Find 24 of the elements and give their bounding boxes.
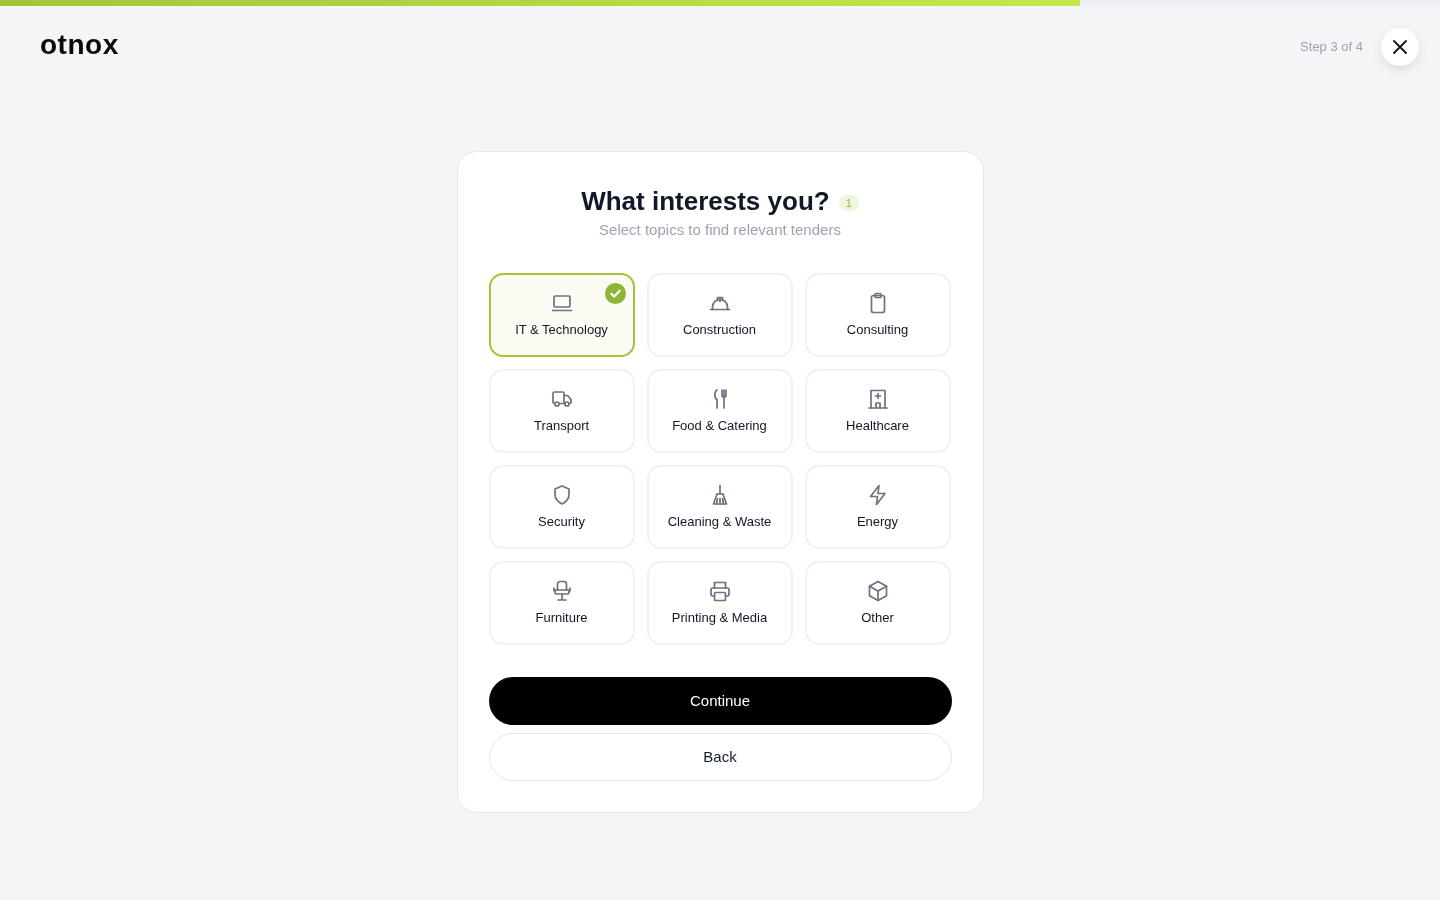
continue-button[interactable]: Continue [488,677,952,725]
topic-tile[interactable]: Printing & Media [646,561,793,645]
close-icon [1392,39,1408,55]
step-indicator: Step 3 of 4 [1300,38,1363,57]
topic-tile[interactable]: Cleaning & Waste [646,465,793,549]
card-subtitle: Select topics to find relevant tenders [598,220,842,240]
logo: otnox [40,31,119,59]
topic-tile[interactable]: IT & Technology [488,273,635,357]
check-icon [604,283,626,304]
topic-tile[interactable]: Transport [488,369,635,453]
hospital-icon [865,387,890,411]
printer-icon [707,579,732,603]
topic-tile[interactable]: Consulting [804,273,951,357]
topic-tile[interactable]: Construction [646,273,793,357]
topic-tile[interactable]: Furniture [488,561,635,645]
topic-tile[interactable]: Healthcare [804,369,951,453]
topic-tile[interactable]: Other [804,561,951,645]
close-button[interactable] [1381,28,1419,66]
topic-tile[interactable]: Food & Catering [646,369,793,453]
card-title: What interests you? [581,185,830,218]
topic-tile[interactable]: Security [488,465,635,549]
topic-tile[interactable]: Energy [804,465,951,549]
back-button[interactable]: Back [488,733,952,781]
selected-count-badge: 1 [838,194,859,211]
